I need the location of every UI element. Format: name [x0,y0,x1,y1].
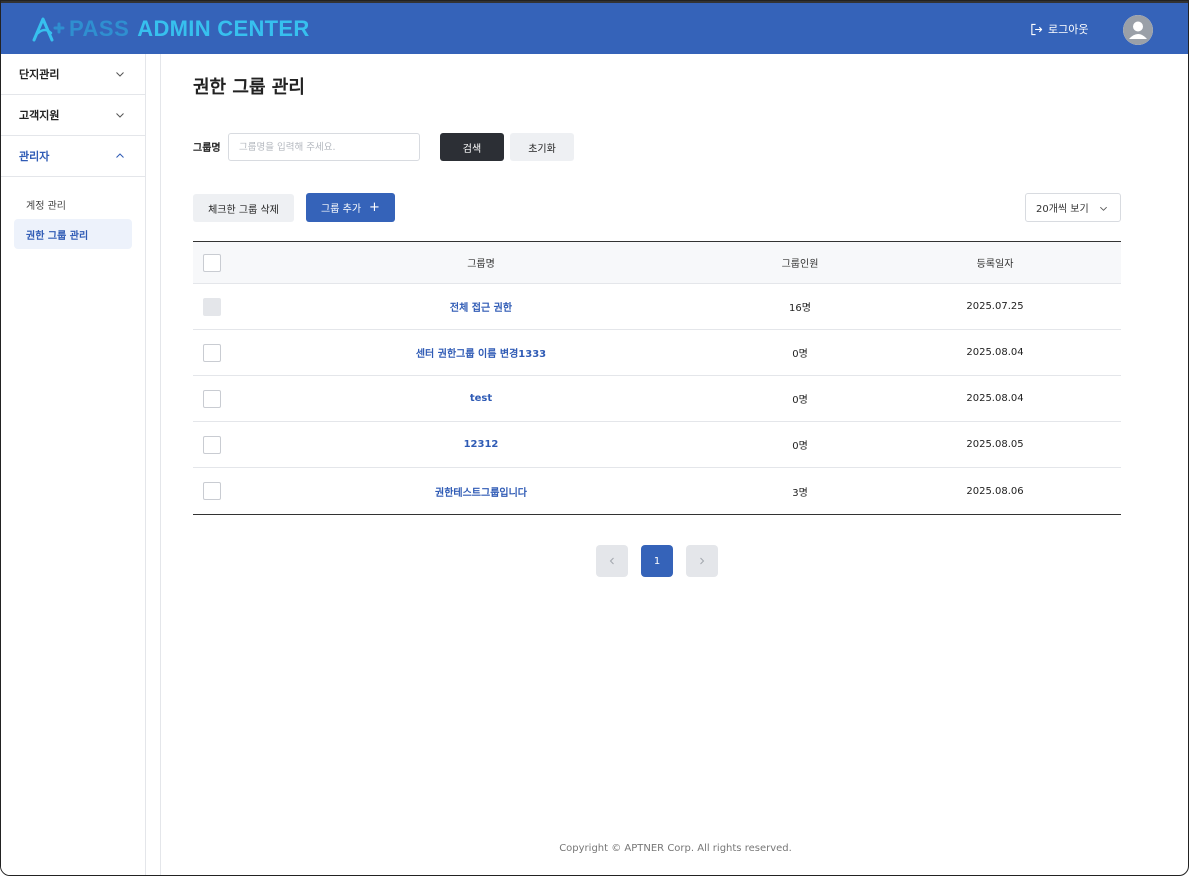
pagination: 1 [596,545,731,577]
sidebar: 단지관리 고객지원 관리자 계정 관리 권한 그룹 관리 [1,54,146,875]
sidebar-item-accounts[interactable]: 계정 관리 [14,189,132,219]
chevron-up-icon [116,153,124,158]
plus-icon: + [369,200,380,215]
chevron-down-icon [116,113,124,118]
sidebar-item-permission-groups[interactable]: 권한 그룹 관리 [14,219,132,249]
logout-icon [1031,23,1043,35]
registered-date-cell: 2025.08.05 [966,439,1024,450]
column-header-group-name: 그룹명 [467,259,495,270]
select-all-cell [203,242,221,283]
search-button[interactable]: 검색 [440,133,504,161]
column-header-member-count: 그룹인원 [781,259,819,270]
row-check-cell [203,422,221,467]
chevron-down-icon [1100,206,1107,211]
prev-page-button[interactable] [596,545,628,577]
table-header-row: 그룹명 그룹인원 등록일자 [193,242,1121,284]
table-row: 센터 권한그룹 이름 변경1333 0명 2025.08.04 [193,330,1121,376]
logout-label: 로그아웃 [1048,23,1089,36]
row-checkbox[interactable] [203,389,221,408]
add-group-label: 그룹 추가 [321,204,362,215]
logo-pass-text: PASS [69,16,130,41]
row-check-cell [203,284,221,329]
top-header: PASS ADMIN CENTER 로그아웃 [1,1,1188,54]
sidebar-menu-support[interactable]: 고객지원 [1,95,145,136]
group-name-cell: 12312 [361,422,601,467]
page-size-value: 20개씩 보기 [1036,204,1089,215]
sidebar-menu-label: 고객지원 [19,109,60,122]
user-avatar-button[interactable] [1123,15,1153,45]
delete-checked-groups-button[interactable]: 체크한 그룹 삭제 [193,194,294,222]
member-count-cell: 3명 [792,487,808,499]
group-name-cell: 센터 권한그룹 이름 변경1333 [361,330,601,375]
group-name-link[interactable]: 12312 [464,439,499,450]
row-check-cell [203,468,221,514]
group-name-link[interactable]: 전체 접근 권한 [450,299,512,314]
chevron-down-icon [116,72,124,77]
brand-logo[interactable]: PASS ADMIN CENTER [31,15,310,43]
page-title: 권한 그룹 관리 [193,77,305,98]
sidebar-menu-complex[interactable]: 단지관리 [1,54,145,95]
table-row: 12312 0명 2025.08.05 [193,422,1121,468]
member-count-cell: 16명 [789,303,811,314]
select-all-checkbox[interactable] [203,253,221,272]
registered-date-cell: 2025.08.06 [966,485,1024,497]
table-row: 전체 접근 권한 16명 2025.07.25 [193,284,1121,330]
registered-date-cell: 2025.08.04 [966,347,1024,358]
footer-copyright: Copyright © APTNER Corp. All rights rese… [559,843,792,854]
content-divider [160,54,161,875]
sidebar-submenu: 계정 관리 권한 그룹 관리 [1,177,145,261]
registered-date-cell: 2025.08.04 [966,393,1024,404]
chevron-right-icon [700,557,705,565]
row-checkbox[interactable] [203,435,221,454]
table-row: test 0명 2025.08.04 [193,376,1121,422]
user-avatar-icon [1123,15,1153,45]
group-name-link[interactable]: 권한테스트그룹입니다 [435,484,527,499]
member-count-cell: 0명 [792,441,808,452]
row-check-cell [203,330,221,375]
group-name-cell: 전체 접근 권한 [361,284,601,329]
logo-admin-text: ADMIN CENTER [137,16,310,41]
chevron-left-icon [609,557,614,565]
reset-button[interactable]: 초기화 [510,133,574,161]
sidebar-menu-label: 단지관리 [19,68,60,81]
page-size-select[interactable]: 20개씩 보기 [1025,193,1121,222]
group-name-search-input[interactable] [228,133,420,161]
row-checkbox[interactable] [203,482,221,500]
row-checkbox[interactable] [203,343,221,362]
group-name-cell: test [361,376,601,421]
permission-group-table: 그룹명 그룹인원 등록일자 전체 접근 권한 16명 2025.07.25 센터… [193,241,1121,515]
search-label: 그룹명 [193,143,221,154]
logout-button[interactable]: 로그아웃 [1030,21,1088,37]
row-check-cell [203,376,221,421]
registered-date-cell: 2025.07.25 [966,301,1024,312]
add-group-button[interactable]: 그룹 추가 + [306,193,395,222]
page-number-button[interactable]: 1 [641,545,673,577]
table-row: 권한테스트그룹입니다 3명 2025.08.06 [193,468,1121,514]
aptner-logo-icon [32,17,65,42]
row-checkbox [203,297,221,316]
group-name-link[interactable]: 센터 권한그룹 이름 변경1333 [416,345,546,360]
sidebar-menu-admin[interactable]: 관리자 [1,136,145,177]
next-page-button[interactable] [686,545,718,577]
member-count-cell: 0명 [792,395,808,406]
group-name-link[interactable]: test [470,393,492,404]
sidebar-menu-label: 관리자 [19,150,50,163]
member-count-cell: 0명 [792,349,808,360]
column-header-registered-date: 등록일자 [976,259,1014,270]
group-name-cell: 권한테스트그룹입니다 [361,468,601,514]
app-window: PASS ADMIN CENTER 로그아웃 단지관리 고객지원 관리자 계정 … [0,0,1189,876]
